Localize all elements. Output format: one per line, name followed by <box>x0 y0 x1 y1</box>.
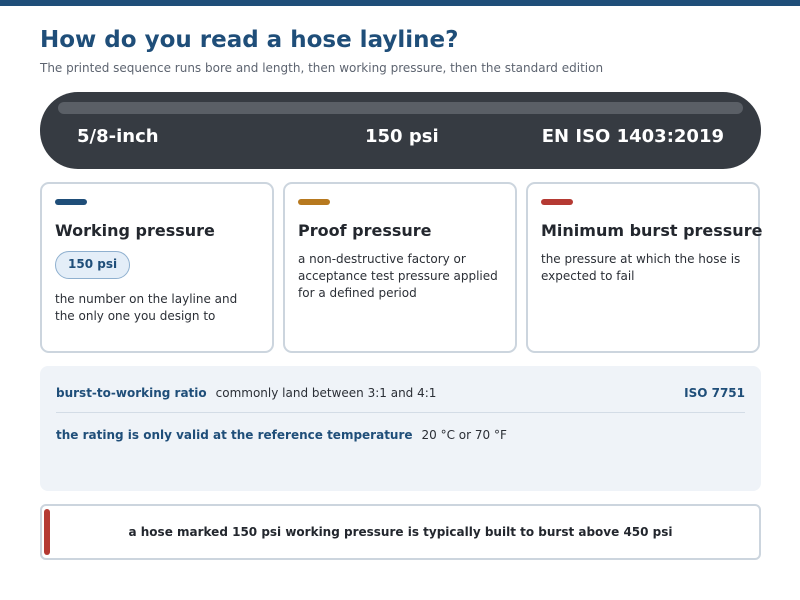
callout-note: a hose marked 150 psi working pressure i… <box>40 504 761 560</box>
card-accent <box>298 199 330 205</box>
card-title: Minimum burst pressure <box>541 221 763 240</box>
card-minimum-burst-pressure: Minimum burst pressure the pressure at w… <box>526 182 763 353</box>
hose-layline: 5/8-inch 150 psi EN ISO 1403:2019 <box>40 92 761 169</box>
layline-standard: EN ISO 1403:2019 <box>541 126 724 147</box>
card-title: Working pressure <box>55 221 215 240</box>
info-key: burst-to-working ratio <box>56 386 207 400</box>
standard-reference: ISO 7751 <box>684 386 745 400</box>
info-value: commonly land between 3:1 and 4:1 <box>215 386 437 400</box>
note-text: a hose marked 150 psi working pressure i… <box>128 525 673 539</box>
info-value: 20 °C or 70 °F <box>421 428 507 442</box>
layline-size: 5/8-inch <box>77 126 159 147</box>
card-proof-pressure: Proof pressure a non-destructive factory… <box>283 182 517 353</box>
card-accent <box>55 199 87 205</box>
card-title: Proof pressure <box>298 221 432 240</box>
page-title: How do you read a hose layline? <box>40 27 459 53</box>
layline-pressure: 150 psi <box>365 126 439 147</box>
info-row-temperature: the rating is only valid at the referenc… <box>56 428 745 442</box>
pressure-badge: 150 psi <box>55 251 131 279</box>
card-accent <box>541 199 573 205</box>
info-panel: burst-to-working ratio commonly land betw… <box>40 366 761 491</box>
info-divider <box>56 412 745 413</box>
info-key: the rating is only valid at the referenc… <box>56 428 413 442</box>
layline-stripe <box>58 102 743 114</box>
page-subtitle: The printed sequence runs bore and lengt… <box>40 61 604 75</box>
card-description: a non-destructive factory or acceptance … <box>298 252 498 300</box>
card-description: the number on the layline and the only o… <box>55 292 238 323</box>
card-description: the pressure at which the hose is expect… <box>541 252 741 283</box>
card-working-pressure: Working pressure 150 psi the number on t… <box>40 182 274 353</box>
top-accent-bar <box>0 0 800 6</box>
info-row-ratio: burst-to-working ratio commonly land betw… <box>56 386 745 400</box>
